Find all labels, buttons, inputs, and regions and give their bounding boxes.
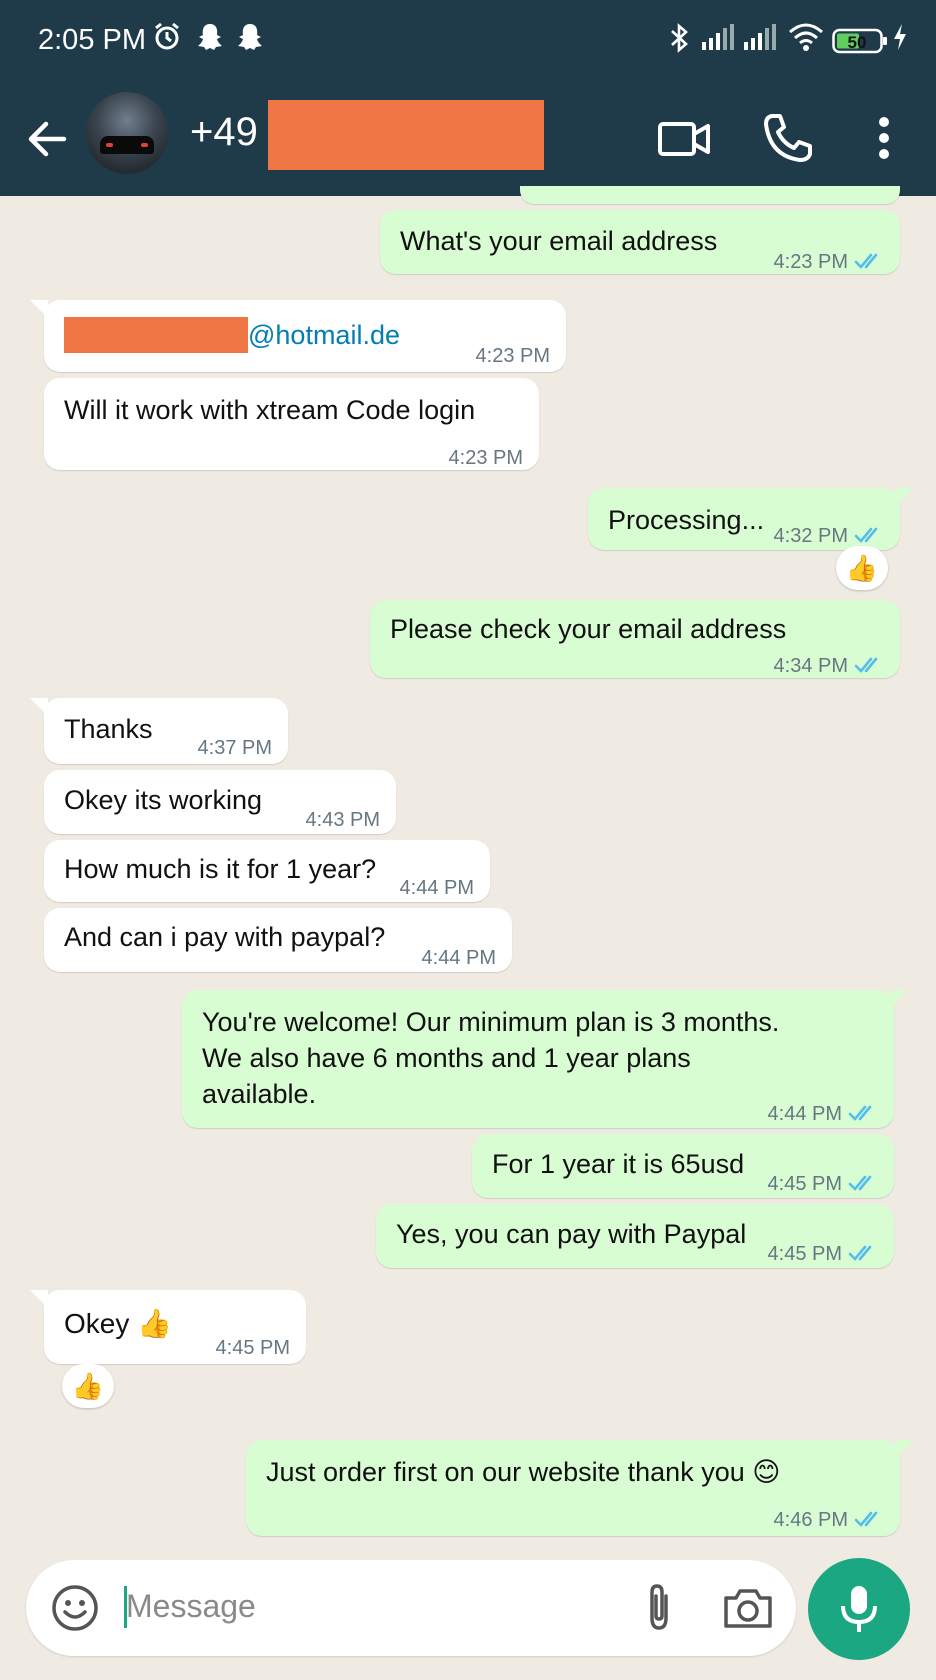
- message-text: Okey its working: [64, 785, 263, 815]
- message-meta: 4:45 PM: [768, 1166, 878, 1202]
- redacted-phone-number: [268, 100, 544, 170]
- signal-icon: [700, 22, 736, 60]
- message-bubble-incoming[interactable]: And can i pay with paypal? 4:44 PM: [44, 908, 512, 972]
- message-time: 4:34 PM: [773, 655, 848, 677]
- message-bubble-outgoing[interactable]: Please check your email address 4:34 PM: [370, 600, 900, 678]
- battery-icon: 50: [832, 28, 890, 64]
- bluetooth-icon: [668, 22, 690, 62]
- status-bar: 2:05 PM 50: [0, 0, 936, 84]
- message-time: 4:46 PM: [773, 1509, 848, 1531]
- message-bubble-incoming[interactable]: Okey its working 4:43 PM: [44, 770, 396, 834]
- battery-level: 50: [848, 33, 867, 52]
- alarm-icon: [152, 22, 182, 60]
- voice-call-icon[interactable]: [760, 110, 816, 166]
- message-bubble-outgoing[interactable]: Just order first on our website thank yo…: [246, 1440, 914, 1538]
- back-arrow-icon[interactable]: [22, 114, 72, 164]
- message-time: 4:37 PM: [197, 737, 272, 759]
- message-time: 4:45 PM: [215, 1337, 290, 1359]
- message-text: And can i pay with paypal?: [64, 922, 386, 952]
- read-receipt-icon: [854, 1511, 878, 1527]
- message-bubble-outgoing[interactable]: Processing... 4:32 PM: [588, 488, 914, 550]
- email-link[interactable]: @hotmail.de: [248, 317, 400, 353]
- message-time: 4:44 PM: [399, 877, 474, 899]
- emoji-icon[interactable]: [50, 1583, 100, 1633]
- snapchat-icon: [196, 22, 224, 60]
- message-bubble-outgoing[interactable]: Yes, you can pay with Paypal 4:45 PM: [376, 1204, 894, 1268]
- message-time: 4:44 PM: [421, 947, 496, 969]
- message-time: 4:23 PM: [773, 251, 848, 273]
- message-time: 4:43 PM: [305, 809, 380, 831]
- message-bubble-incoming[interactable]: Will it work with xtream Code login 4:23…: [44, 378, 539, 470]
- status-time: 2:05 PM: [38, 24, 146, 56]
- wifi-icon: [788, 22, 824, 60]
- more-vert-icon[interactable]: [866, 110, 902, 166]
- message-meta: 4:34 PM: [774, 648, 884, 684]
- reaction-badge[interactable]: 👍: [62, 1364, 114, 1408]
- message-time: 4:32 PM: [773, 525, 848, 547]
- message-bubble-outgoing[interactable]: You're welcome! Our minimum plan is 3 mo…: [182, 990, 908, 1128]
- message-time: 4:23 PM: [475, 345, 550, 367]
- message-text: You're welcome! Our minimum plan is 3 mo…: [202, 1007, 780, 1109]
- read-receipt-icon: [854, 527, 878, 543]
- message-time: 4:44 PM: [767, 1103, 842, 1125]
- message-text: Just order first on our website thank yo…: [266, 1457, 781, 1487]
- reaction-badge[interactable]: 👍: [836, 546, 888, 590]
- avatar[interactable]: [86, 92, 168, 174]
- snapchat-icon: [236, 22, 264, 60]
- video-call-icon[interactable]: [656, 110, 712, 166]
- camera-icon[interactable]: [720, 1582, 776, 1634]
- message-meta: 4:45 PM: [768, 1236, 878, 1272]
- chat-header: +49: [0, 84, 936, 196]
- message-text: Thanks: [64, 714, 153, 744]
- message-bubble-outgoing[interactable]: For 1 year it is 65usd 4:45 PM: [472, 1134, 894, 1198]
- message-bubble-incoming[interactable]: How much is it for 1 year? 4:44 PM: [44, 840, 490, 902]
- message-time: 4:45 PM: [767, 1173, 842, 1195]
- message-text: Okey 👍: [64, 1308, 172, 1339]
- message-input[interactable]: Message: [126, 1588, 256, 1625]
- charging-icon: [892, 22, 908, 60]
- message-bubble-incoming[interactable]: @hotmail.de 4:23 PM: [30, 300, 566, 372]
- message-text: Please check your email address: [390, 614, 787, 644]
- message-text: Yes, you can pay with Paypal: [396, 1219, 747, 1249]
- message-bubble-partial: [520, 186, 900, 204]
- signal-icon: [742, 22, 778, 60]
- read-receipt-icon: [854, 657, 878, 673]
- message-meta: 4:46 PM: [774, 1502, 884, 1538]
- read-receipt-icon: [848, 1105, 872, 1121]
- message-text: What's your email address: [400, 226, 718, 256]
- message-bubble-incoming[interactable]: Okey 👍 4:45 PM: [30, 1290, 306, 1364]
- message-composer[interactable]: Message: [26, 1560, 796, 1656]
- message-text: Will it work with xtream Code login: [64, 395, 476, 425]
- message-bubble-outgoing[interactable]: What's your email address 4:23 PM: [380, 210, 900, 274]
- voice-message-button[interactable]: [808, 1558, 910, 1660]
- contact-name[interactable]: +49: [190, 110, 258, 155]
- attach-icon[interactable]: [634, 1582, 686, 1634]
- message-meta: 4:44 PM: [768, 1096, 878, 1132]
- read-receipt-icon: [854, 253, 878, 269]
- redacted-email-username: [64, 317, 248, 353]
- message-text: Processing...: [608, 505, 765, 535]
- message-bubble-incoming[interactable]: Thanks 4:37 PM: [30, 698, 288, 764]
- read-receipt-icon: [848, 1245, 872, 1261]
- message-meta: 4:23 PM: [774, 244, 884, 280]
- microphone-icon: [841, 1586, 877, 1632]
- message-time: 4:45 PM: [767, 1243, 842, 1265]
- message-text: For 1 year it is 65usd: [492, 1149, 745, 1179]
- message-text: How much is it for 1 year?: [64, 854, 377, 884]
- read-receipt-icon: [848, 1175, 872, 1191]
- message-time: 4:23 PM: [448, 447, 523, 469]
